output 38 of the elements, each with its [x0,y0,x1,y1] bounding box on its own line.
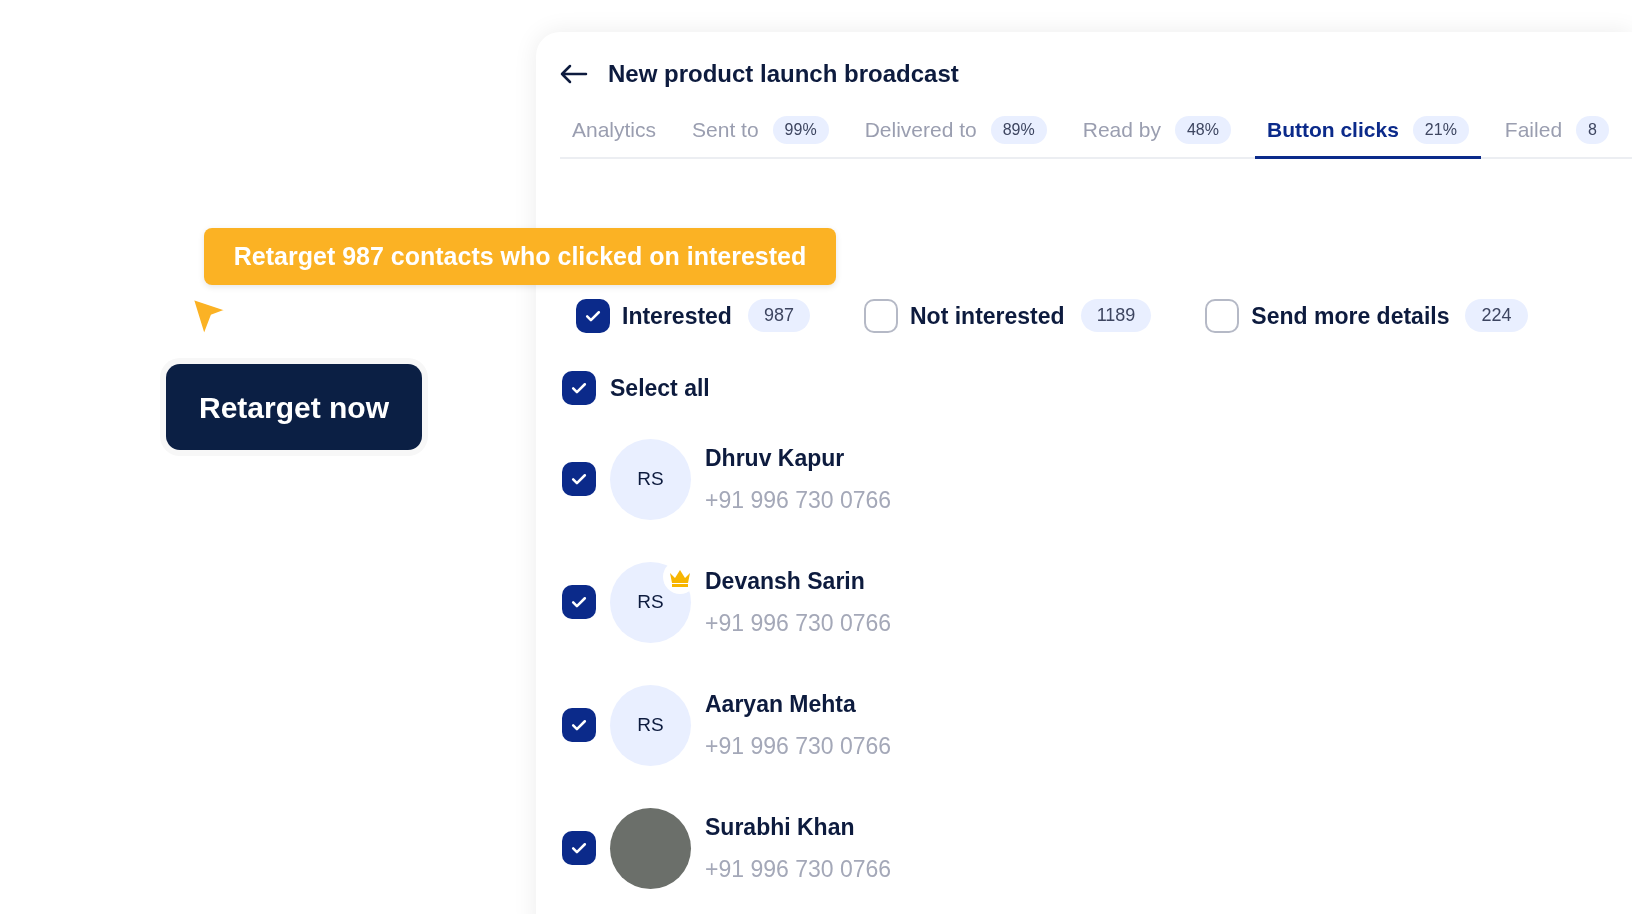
tab[interactable]: Failed 8 [1492,114,1621,159]
tab[interactable]: Delivered to 89% [852,114,1059,159]
contact-phone: +91 996 730 0766 [705,855,892,884]
filter-label[interactable]: Send more details [1251,298,1450,333]
contact-phone: +91 996 730 0766 [705,732,892,761]
contact-name: Dhruv Kapur [705,443,846,473]
back-arrow-icon[interactable] [560,64,588,84]
avatar: RS [610,684,691,766]
checkbox[interactable] [562,585,596,619]
checkbox[interactable] [562,462,596,496]
tab-count: 48% [1174,115,1231,144]
checkbox[interactable] [1205,298,1240,333]
checkbox[interactable] [864,298,898,333]
filter-count: 224 [1465,299,1528,333]
filter-count: 987 [747,299,810,333]
checkbox[interactable] [562,371,596,406]
tab-count: 99% [772,115,829,144]
filter-label[interactable]: Not interested [910,298,1065,333]
tab[interactable]: Sent to 99% [680,114,841,159]
select-all-label[interactable]: Select all [610,371,710,406]
filter-label[interactable]: Interested [622,298,732,333]
filter-count: 1189 [1080,299,1152,333]
contact-name: Aaryan Mehta [705,689,857,719]
tab[interactable]: Read by 48% [1070,114,1243,159]
tab[interactable]: Button clicks 21% [1254,114,1481,159]
checkbox[interactable] [562,831,596,865]
avatar: RS [610,438,691,520]
tab-count: 8 [1576,115,1609,144]
contact-phone: +91 996 730 0766 [705,609,892,638]
broadcast-title: New product launch broadcast [608,59,959,89]
contact-name: Devansh Sarin [705,566,866,596]
tooltip: Retarget 987 contacts who clicked on interested [204,228,836,285]
tab-count: 89% [990,115,1047,144]
checkbox[interactable] [576,298,610,333]
checkbox[interactable] [562,708,596,742]
contact-name: Surabhi Khan [705,812,856,842]
tab-count: 21% [1412,115,1469,144]
contact-phone: +91 996 730 0766 [705,486,892,515]
